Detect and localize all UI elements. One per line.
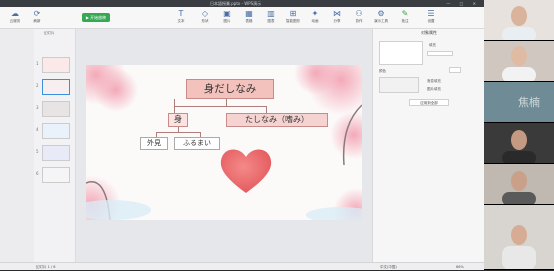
toolbar-tools-button[interactable]: ⚙ 演示工具 (370, 9, 392, 27)
connector-line (226, 106, 266, 107)
slide[interactable]: 身だしなみ 身 たしなみ（嗜み） 外見 ふるまい (86, 65, 362, 220)
mindmap-leaf-gaiken[interactable]: 外見 (140, 137, 168, 150)
thumbnail-panel-header: 幻灯片 (44, 31, 55, 35)
toolbar-animation-button[interactable]: ✦ 动画 (304, 9, 326, 27)
heart-shape[interactable] (216, 145, 276, 197)
participant-video[interactable] (484, 205, 554, 270)
chart-icon: ▥ (267, 9, 275, 18)
toolbar-table-button[interactable]: ▦ 表格 (238, 9, 260, 27)
toolbar-item-label: 图表 (267, 19, 275, 23)
slide-number: 6 (36, 171, 39, 176)
mindmap-root-node[interactable]: 身だしなみ (186, 79, 274, 99)
toolbar-item-label: 演示工具 (374, 19, 388, 23)
toolbar-share-button[interactable]: ⋈ 分享 (326, 9, 348, 27)
presentation-app: 日本語授業.pptx - WPS演示 — □ ✕ ☁ 云服务 ⟳ 刷新 ▶ 开始放映… (0, 0, 484, 270)
toolbar-item-label: 图片 (223, 19, 231, 23)
collab-icon: ⚇ (355, 9, 363, 18)
smartart-icon: ⊞ (289, 9, 297, 18)
participant-video[interactable] (484, 123, 554, 164)
toolbar-smartart-button[interactable]: ⊞ 智能图形 (282, 9, 304, 27)
connector-line (174, 106, 226, 107)
window-title: 日本語授業.pptx - WPS演示 (210, 1, 262, 6)
tools-icon: ⚙ (377, 9, 385, 18)
slide-thumbnail[interactable]: 6 (36, 167, 70, 183)
apply-all-button[interactable]: 应用到全部 (409, 99, 449, 106)
mindmap-leaf-furumai[interactable]: ふるまい (174, 137, 220, 150)
toolbar-item-label: 协作 (355, 19, 363, 23)
slide-number: 4 (36, 127, 39, 132)
person-silhouette (502, 225, 536, 269)
toolbar-refresh-button[interactable]: ⟳ 刷新 (26, 9, 48, 27)
toolbar-text-button[interactable]: T 文本 (170, 9, 192, 27)
toolbar-chart-button[interactable]: ▥ 图表 (260, 9, 282, 27)
toolbar-shape-button[interactable]: ◇ 形状 (194, 9, 216, 27)
toolbar-item-label: 刷新 (33, 19, 41, 23)
toolbar-item-label: 表格 (245, 19, 253, 23)
slide-number: 5 (36, 149, 39, 154)
title-bar: 日本語授業.pptx - WPS演示 — □ ✕ (0, 0, 484, 7)
participant-video[interactable] (484, 41, 554, 82)
connector-line (156, 132, 200, 133)
toolbar-image-button[interactable]: ▣ 图片 (216, 9, 238, 27)
slide-number: 1 (36, 61, 39, 66)
participant-name-large: 焦楠 (518, 96, 540, 109)
toolbar-item-label: 智能图形 (286, 19, 300, 23)
slide-thumbnail[interactable]: 4 (36, 123, 70, 139)
slide-number: 2 (36, 83, 39, 88)
share-icon: ⋈ (333, 9, 341, 18)
image-icon: ▣ (223, 9, 231, 18)
slide-thumbnail-selected[interactable]: 2 (36, 79, 70, 95)
toolbar-item-label: 动画 (311, 19, 319, 23)
slide-canvas: 身だしなみ 身 たしなみ（嗜み） 外見 ふるまい (76, 29, 372, 262)
status-bar: 幻灯片 1 / 6 中文(中国) 66% (0, 262, 484, 270)
color-picker[interactable] (449, 67, 461, 73)
fill-dropdown[interactable] (427, 51, 453, 56)
mindmap-node-tashinami[interactable]: たしなみ（嗜み） (226, 113, 328, 127)
texture-preview[interactable] (379, 77, 419, 93)
toolbar-settings-button[interactable]: ☰ 设置 (420, 9, 442, 27)
toolbar-item-label: 批注 (401, 19, 409, 23)
start-slideshow-button[interactable]: ▶ 开始放映 (82, 13, 110, 22)
person-silhouette (502, 6, 536, 40)
participant-video[interactable] (484, 164, 554, 205)
toolbar-item-label: 形状 (201, 19, 209, 23)
color-label: 颜色 (379, 69, 386, 73)
slide-number: 3 (36, 105, 39, 110)
person-silhouette (502, 130, 536, 163)
slide-thumbnail[interactable]: 1 (36, 57, 70, 73)
picture-fill-option[interactable]: 图片填充 (427, 87, 441, 92)
toolbar-item-label: 文本 (177, 19, 185, 23)
toolbar-item-label: 分享 (333, 19, 341, 23)
participant-video[interactable] (484, 0, 554, 41)
toolbar-comment-button[interactable]: ✎ 批注 (394, 9, 416, 27)
slide-thumbnail-panel: 幻灯片 1 2 3 4 5 6 (34, 29, 76, 262)
connector-line (266, 106, 267, 113)
mindmap-node-mi[interactable]: 身 (168, 113, 188, 127)
window-controls[interactable]: — □ ✕ (446, 0, 480, 7)
person-silhouette (502, 46, 536, 81)
comment-icon: ✎ (401, 9, 409, 18)
slide-thumbnail[interactable]: 5 (36, 145, 70, 161)
properties-panel: 对象属性 填充 颜色 渐变填充 图片填充 应用到全部 (372, 29, 484, 262)
gradient-fill-option[interactable]: 渐变填充 (427, 79, 441, 84)
fill-preview[interactable] (379, 41, 423, 65)
toolbar-item-label: 设置 (427, 19, 435, 23)
person-silhouette (502, 171, 536, 204)
cloud-icon: ☁ (11, 9, 19, 18)
participant-video[interactable]: 焦楠 (484, 82, 554, 123)
properties-title: 对象属性 (421, 30, 437, 35)
toolbar-collab-button[interactable]: ⚇ 协作 (348, 9, 370, 27)
toolbar-cloud-button[interactable]: ☁ 云服务 (4, 9, 26, 27)
settings-icon: ☰ (427, 9, 435, 18)
ribbon-toolbar: ☁ 云服务 ⟳ 刷新 ▶ 开始放映 T 文本 ◇ 形状 ▣ 图片 ▦ 表格 ▥ 图表 ⊞ 智能图… (0, 7, 484, 29)
text-icon: T (178, 9, 184, 18)
side-nav (0, 29, 34, 262)
slide-thumbnail[interactable]: 3 (36, 101, 70, 117)
refresh-icon: ⟳ (33, 9, 41, 18)
toolbar-item-label: 云服务 (9, 19, 21, 23)
fill-label: 填充 (429, 43, 436, 47)
table-icon: ▦ (245, 9, 253, 18)
shape-icon: ◇ (201, 9, 209, 18)
animation-icon: ✦ (311, 9, 319, 18)
